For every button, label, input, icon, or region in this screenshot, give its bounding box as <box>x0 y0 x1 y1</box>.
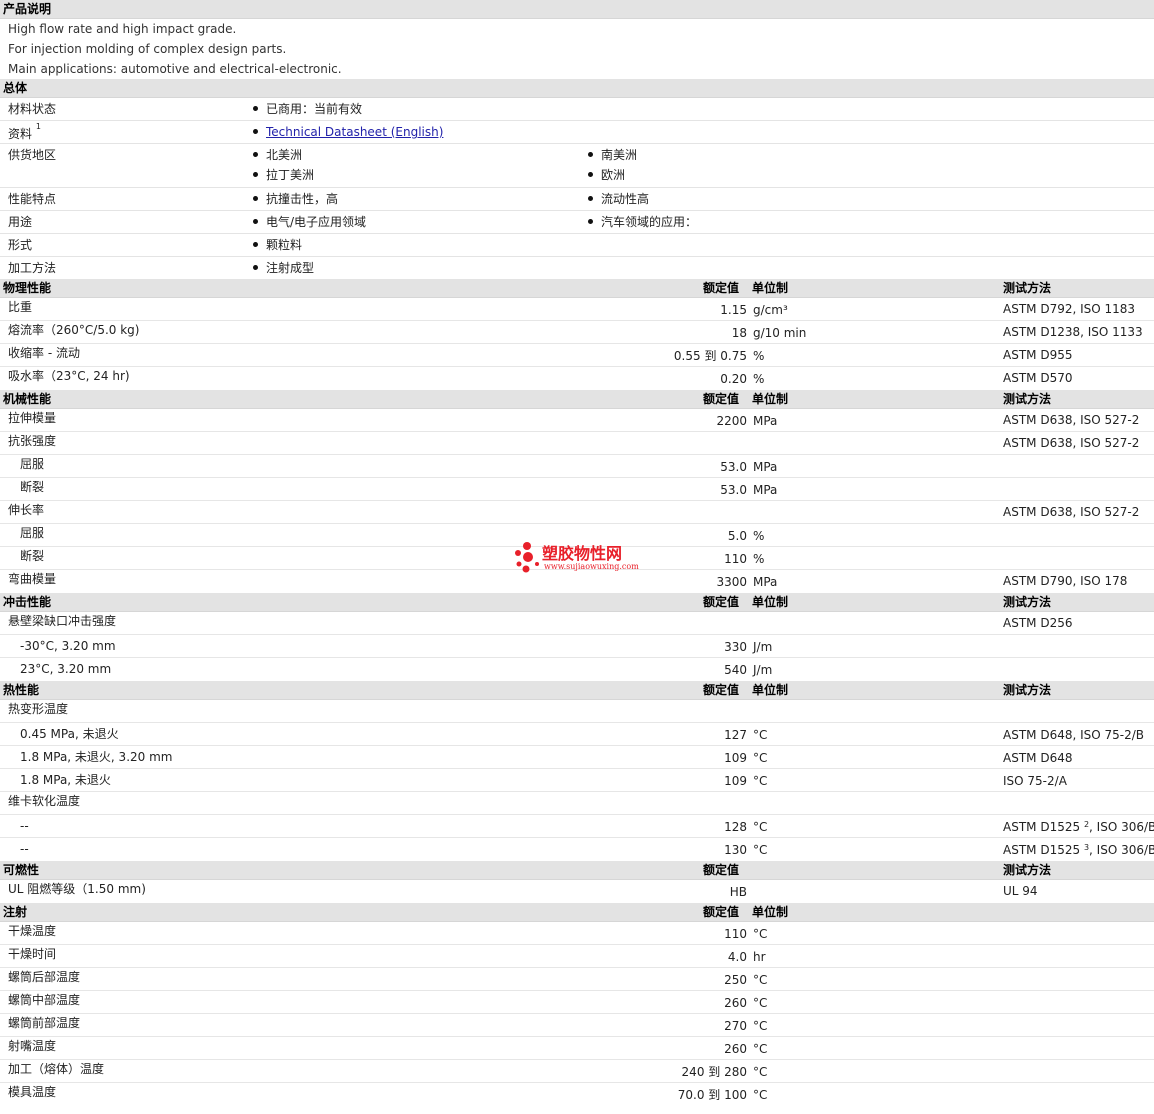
property-row: 射嘴温度 260 °C <box>0 1037 1154 1060</box>
description-line: Main applications: automotive and electr… <box>8 62 342 76</box>
property-row: 1.8 MPa, 未退火, 3.20 mm 109 °C ASTM D648 <box>0 746 1154 769</box>
property-row: 吸水率（23°C, 24 hr) 0.20% ASTM D570 <box>8 369 1073 386</box>
description-line: High flow rate and high impact grade. <box>8 22 237 36</box>
property-row: 模具温度 70.0 到 100 °C <box>8 1085 768 1102</box>
property-row: 维卡软化温度 <box>0 792 1154 815</box>
bullet-icon <box>253 106 258 111</box>
bullet-icon <box>253 152 258 157</box>
bullet-icon <box>253 265 258 270</box>
property-row: 抗张强度 ASTM D638, ISO 527-2 <box>0 432 1154 455</box>
property-row: 23°C, 3.20 mm 540 J/m <box>20 662 773 677</box>
property-row: 加工（熔体）温度 240 到 280 °C <box>0 1060 1154 1083</box>
property-row: 螺筒后部温度 250 °C <box>0 968 1154 991</box>
section-header-physical: 物理性能 额定值 单位制 测试方法 <box>0 279 1154 298</box>
general-row-features: 性能特点 抗撞击性，高 流动性高 <box>0 188 1154 211</box>
general-row-uses: 用途 电气/电子应用领域 汽车领域的应用： <box>0 211 1154 234</box>
header-unit: 单位制 <box>752 281 789 295</box>
header-method: 测试方法 <box>1003 281 1052 295</box>
section-header-mechanical: 机械性能 额定值 单位制 测试方法 <box>0 390 1154 409</box>
property-row: 螺筒前部温度 270 °C <box>0 1014 1154 1037</box>
section-header-description: 产品说明 <box>0 0 1154 19</box>
bullet-icon <box>253 219 258 224</box>
section-header-flammability: 可燃性 额定值 测试方法 <box>0 861 1154 880</box>
datasheet-page: 产品说明 High flow rate and high impact grad… <box>0 0 1154 1106</box>
property-row: 熔流率（260°C/5.0 kg) 18 g/10 min ASTM D1238, I… <box>0 321 1154 344</box>
section-header-thermal: 热性能 额定值 单位制 测试方法 <box>0 681 1154 700</box>
bullet-icon <box>253 172 258 177</box>
property-row: 干燥时间 4.0 hr <box>0 945 1154 968</box>
bullet-icon <box>588 219 593 224</box>
watermark-title: 塑胶物性网 <box>542 544 623 563</box>
general-row-region: 供货地区 北美洲 南美洲 拉丁美洲 欧洲 <box>0 144 1154 188</box>
property-row: 1.8 MPa, 未退火 109 °C ISO 75-2/A <box>0 769 1154 792</box>
section-header-impact: 冲击性能 额定值 单位制 测试方法 <box>0 593 1154 612</box>
general-row-document: 资料 1 Technical Datasheet (English) <box>0 121 1154 144</box>
property-row: 比重 1.15 g/cm³ ASTM D792, ISO 1183 <box>0 298 1154 321</box>
section-header-injection: 注射 额定值 单位制 <box>0 903 1154 922</box>
section-header-general: 总体 <box>0 79 1154 98</box>
bullet-icon <box>253 196 258 201</box>
watermark-url: www.sujiaowuxing.com <box>544 562 639 571</box>
bullet-icon <box>253 242 258 247</box>
property-row: --130°CASTM D1525 3, ISO 306/B120 <box>20 842 1154 857</box>
watermark-logo-icon <box>515 542 539 573</box>
property-row: UL 阻燃等级（1.50 mm) HB UL 94 <box>8 882 1038 899</box>
property-row: 0.45 MPa, 未退火 127 °C ASTM D648, ISO 75-2/B <box>0 723 1154 746</box>
description-line: For injection molding of complex design … <box>8 42 287 56</box>
property-row: 伸长率 ASTM D638, ISO 527-2 <box>0 501 1154 524</box>
watermark: 塑胶物性网 www.sujiaowuxing.com <box>512 540 652 576</box>
property-row: 热变形温度 <box>0 700 1154 723</box>
bullet-icon <box>253 129 258 134</box>
general-row-status: 材料状态 已商用：当前有效 <box>0 98 1154 121</box>
general-row-process: 加工方法 注射成型 <box>8 261 315 275</box>
property-row: 屈服 53.0 MPa <box>0 455 1154 478</box>
property-row: 收缩率 - 流动 0.55 到 0.75% ASTM D955 <box>0 344 1154 367</box>
property-row: 螺筒中部温度 260 °C <box>0 991 1154 1014</box>
bullet-icon <box>588 172 593 177</box>
property-row: --128°CASTM D1525 2, ISO 306/B50 <box>0 815 1154 838</box>
general-row-form: 形式 颗粒料 <box>0 234 1154 257</box>
header-value: 额定值 <box>703 281 740 295</box>
property-row: 悬壁梁缺口冲击强度 ASTM D256 <box>0 612 1154 635</box>
bullet-icon <box>588 152 593 157</box>
property-row: -30°C, 3.20 mm 330 J/m <box>0 635 1154 658</box>
property-row: 干燥温度 110 °C <box>0 922 1154 945</box>
property-row: 断裂 53.0 MPa <box>0 478 1154 501</box>
technical-datasheet-link[interactable]: Technical Datasheet (English) <box>266 125 443 139</box>
bullet-icon <box>588 196 593 201</box>
property-row: 拉伸模量 2200 MPa ASTM D638, ISO 527-2 <box>0 409 1154 432</box>
